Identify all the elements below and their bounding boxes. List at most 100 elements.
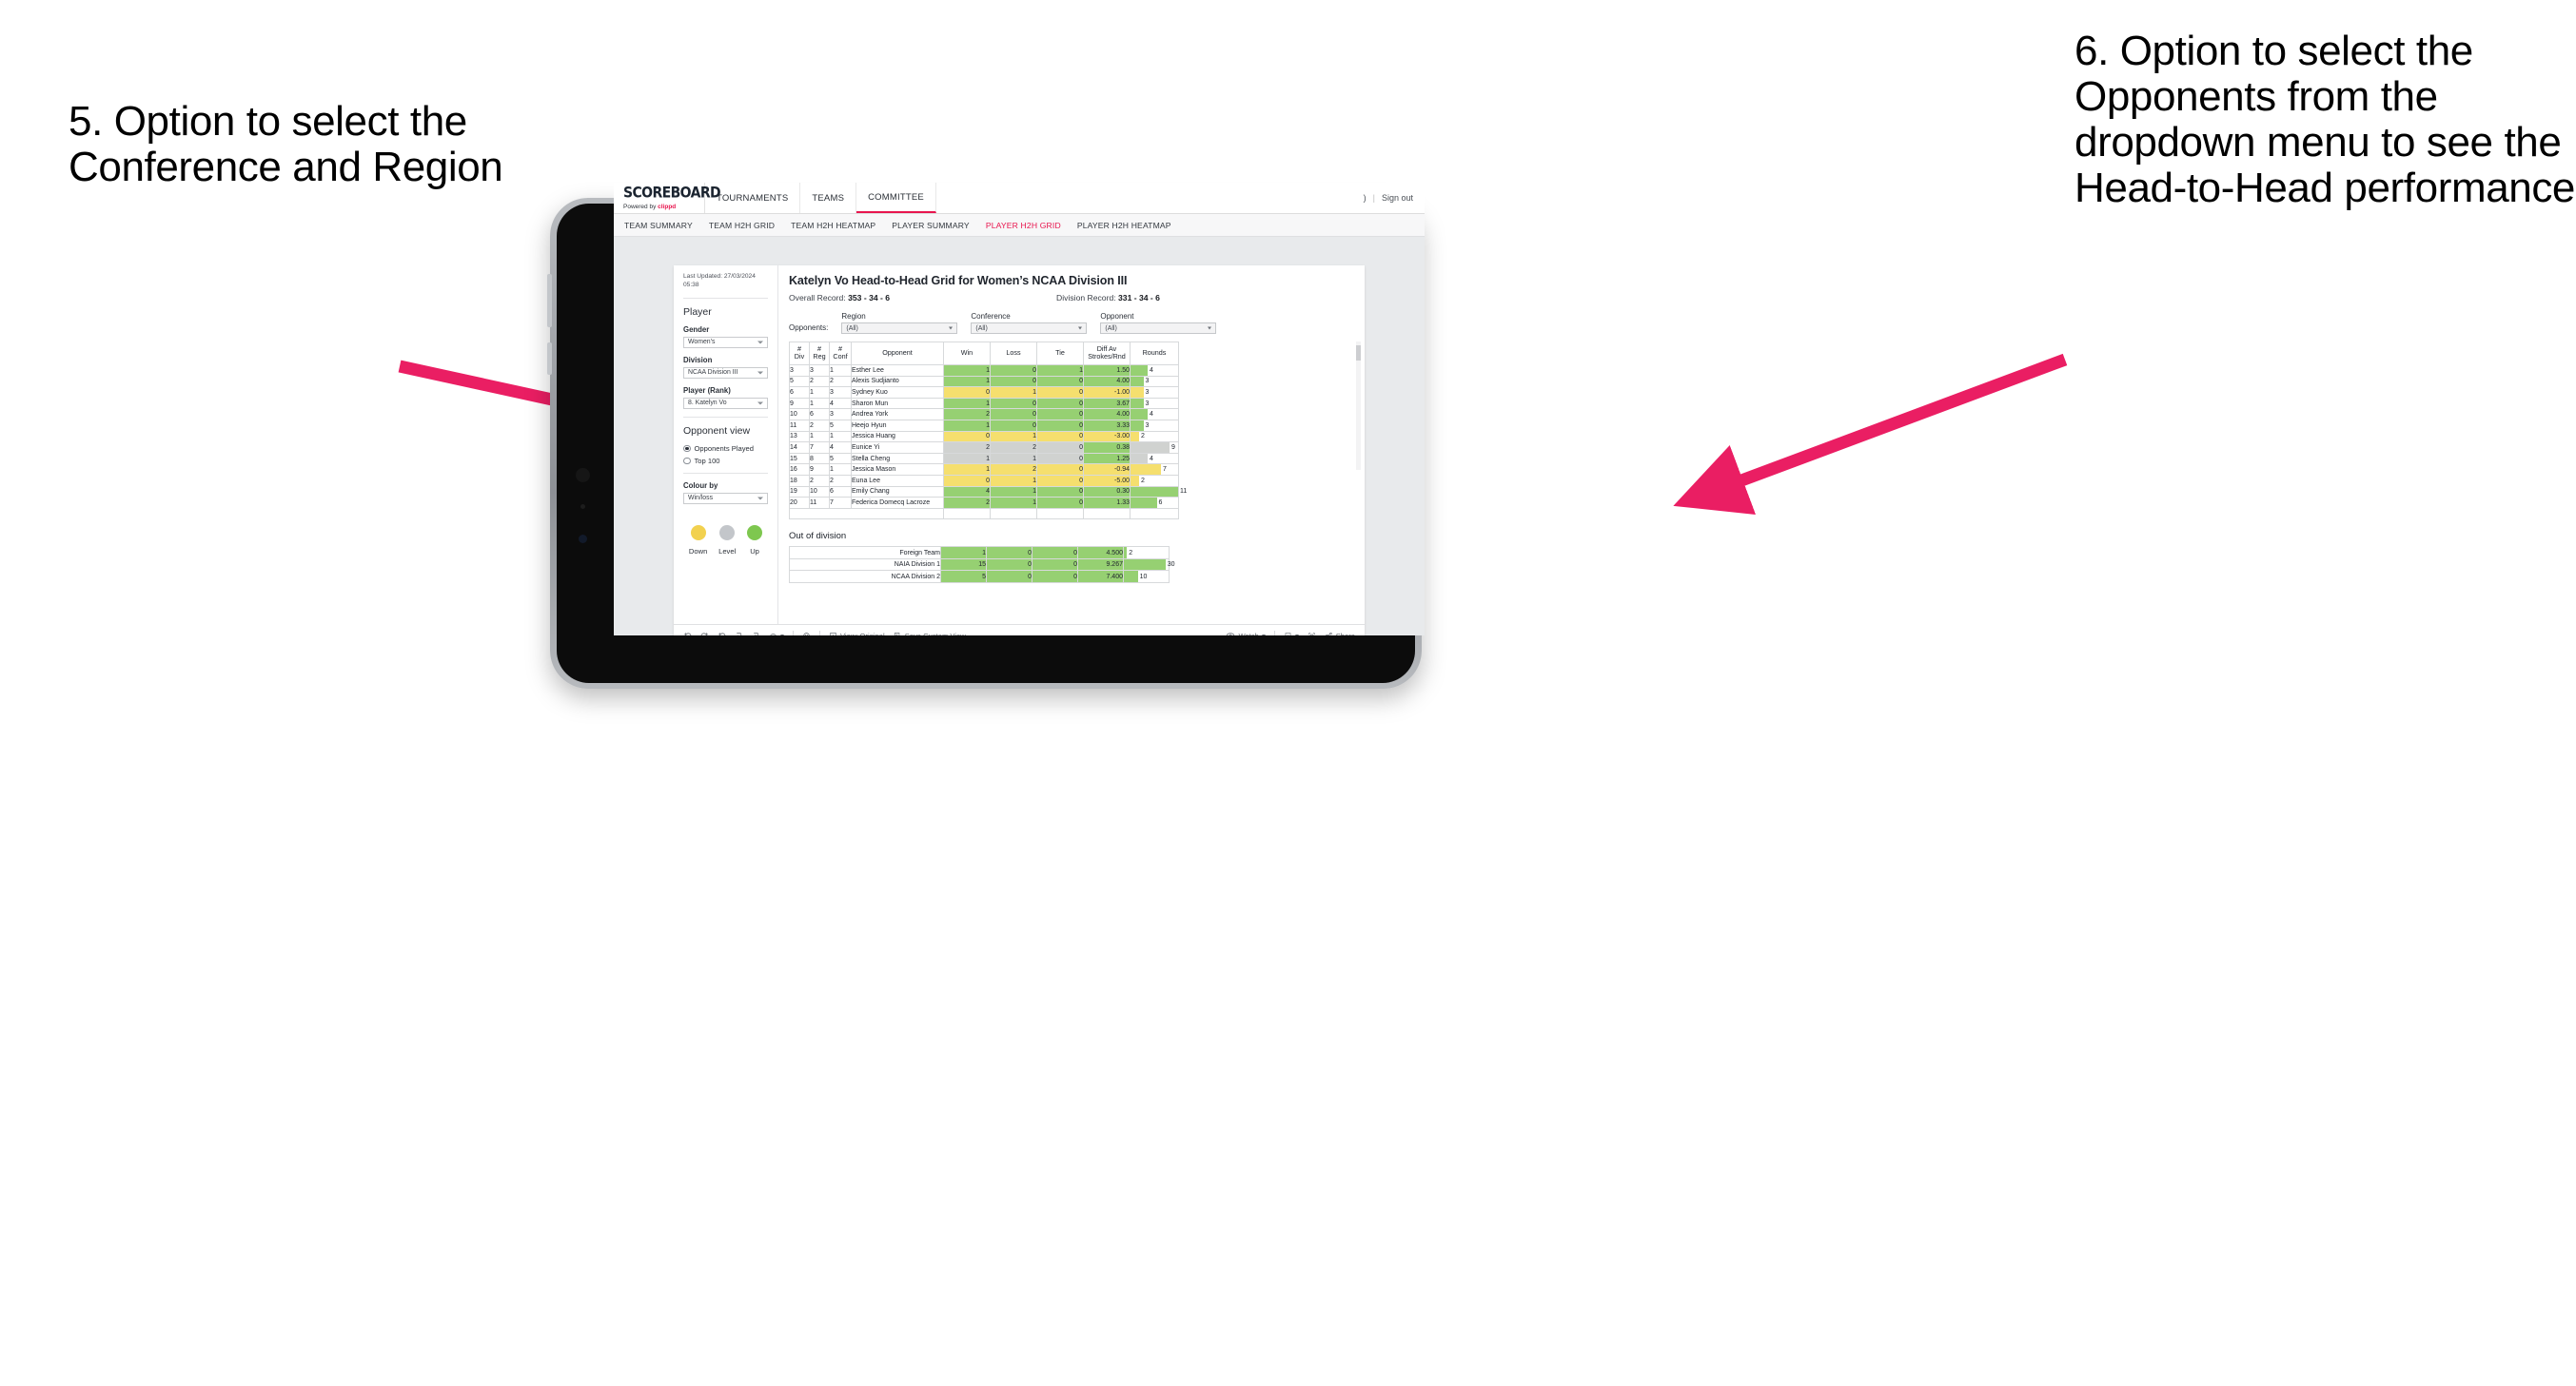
table-row[interactable]: 14 7 4 Eunice Yi 2 2 0 0.38 9: [789, 441, 1179, 454]
col-div[interactable]: # Div: [789, 342, 810, 365]
legend-item-level: Level: [718, 524, 736, 556]
col-conf[interactable]: # Conf: [829, 342, 852, 365]
division-record-value: 331 - 34 - 6: [1118, 293, 1160, 303]
subnav-item-team-h2h-grid[interactable]: TEAM H2H GRID: [709, 221, 775, 230]
opponent-select[interactable]: (All): [1100, 322, 1217, 334]
table-row[interactable]: 20 11 7 Federica Domecq Lacroze 2 1 0 1.33 6: [789, 497, 1179, 509]
subnav-item-team-h2h-heatmap[interactable]: TEAM H2H HEATMAP: [791, 221, 875, 230]
out-of-division-row[interactable]: NCAA Division 2 5 0 0 7.400 10: [789, 570, 1170, 584]
save-custom-view-button[interactable]: Save Custom View: [894, 631, 966, 636]
cell-opponent: Emily Chang: [851, 485, 944, 498]
table-row[interactable]: 19 10 6 Emily Chang 4 1 0 0.30 11: [789, 485, 1187, 498]
view-original-button[interactable]: View: Original: [829, 632, 885, 635]
table-row[interactable]: 13 1 1 Jessica Huang 0 1 0 -3.00 2: [789, 430, 1179, 443]
tablet-volume-button[interactable]: [547, 274, 552, 327]
fullscreen-button[interactable]: [1308, 632, 1316, 635]
blank-cell: [1083, 507, 1131, 520]
opponent-view-heading: Opponent view: [683, 424, 751, 437]
pause-icon[interactable]: [752, 632, 760, 635]
cell-div: 16: [789, 463, 810, 476]
conference-select[interactable]: (All): [971, 322, 1088, 334]
main-panel: Katelyn Vo Head-to-Head Grid for Women’s…: [778, 265, 1365, 624]
cell-div: 10: [789, 408, 810, 420]
cell-div: 13: [789, 430, 810, 443]
cell-win: 0: [943, 474, 991, 487]
records-row: Overall Record: 353 - 34 - 6 Division Re…: [789, 293, 1354, 303]
table-row[interactable]: 5 2 2 Alexis Sudjianto 1 0 0 4.00 3: [789, 375, 1179, 388]
overall-record: Overall Record: 353 - 34 - 6: [789, 293, 890, 303]
cell-opponent: Federica Domecq Lacroze: [851, 497, 944, 509]
table-row[interactable]: 10 6 3 Andrea York 2 0 0 4.00 4: [789, 408, 1179, 420]
tablet-device: SCOREBOARD Powered by clippd TOURNAMENTS…: [547, 183, 1425, 689]
player-rank-select[interactable]: 8. Katelyn Vo: [683, 397, 768, 409]
out-of-division-row[interactable]: Foreign Team 1 0 0 4.500 2: [789, 546, 1170, 559]
subnav-item-player-summary[interactable]: PLAYER SUMMARY: [892, 221, 970, 230]
table-row[interactable]: 15 8 5 Stella Cheng 1 1 0 1.25 4: [789, 452, 1179, 465]
division-select[interactable]: NCAA Division III: [683, 366, 768, 379]
cell-name: NCAA Division 2: [789, 570, 941, 584]
cell-loss: 0: [986, 570, 1032, 584]
col-win[interactable]: Win: [943, 342, 991, 365]
app-logo[interactable]: SCOREBOARD Powered by clippd: [614, 183, 721, 213]
app-screen: SCOREBOARD Powered by clippd TOURNAMENTS…: [614, 183, 1425, 635]
undo-icon[interactable]: [683, 632, 692, 635]
save-custom-view-label: Save Custom View: [904, 631, 966, 636]
cell-loss: 2: [990, 463, 1037, 476]
radio-opponents-played[interactable]: Opponents Played: [683, 444, 768, 453]
gender-select[interactable]: Women’s: [683, 336, 768, 348]
download-button[interactable]: [1284, 632, 1299, 635]
pause-auto-update-icon[interactable]: [802, 632, 811, 635]
refresh-icon[interactable]: [735, 632, 743, 635]
col-reg[interactable]: # Reg: [809, 342, 830, 365]
table-row[interactable]: 11 2 5 Heejo Hyun 1 0 0 3.33 3: [789, 419, 1179, 432]
colour-by-select[interactable]: Win/loss: [683, 492, 768, 504]
table-row[interactable]: 6 1 3 Sydney Kuo 0 1 0 -1.00 3: [789, 386, 1179, 399]
legend-label-up: Up: [750, 546, 759, 556]
cell-opponent: Alexis Sudjianto: [851, 375, 944, 388]
cell-diff: 4.500: [1077, 546, 1124, 559]
grid-scrollbar[interactable]: [1356, 342, 1361, 470]
conference-filter: Conference (All): [971, 312, 1088, 334]
col-rounds[interactable]: Rounds: [1130, 342, 1179, 365]
card-body: Last Updated: 27/03/2024 05:38 Player Ge…: [674, 265, 1365, 624]
col-diff[interactable]: Diff Av Strokes/Rnd: [1083, 342, 1131, 365]
subnav-item-player-h2h-grid[interactable]: PLAYER H2H GRID: [986, 221, 1061, 230]
col-tie[interactable]: Tie: [1036, 342, 1084, 365]
filter-sidebar: Last Updated: 27/03/2024 05:38 Player Ge…: [674, 265, 778, 624]
nav-item-committee[interactable]: COMMITTEE: [856, 183, 936, 213]
table-row[interactable]: 3 3 1 Esther Lee 1 0 1 1.50 4: [789, 363, 1179, 377]
sub-navigation-bar: TEAM SUMMARY TEAM H2H GRID TEAM H2H HEAT…: [614, 214, 1425, 237]
cell-tie: 0: [1036, 485, 1084, 498]
top-navigation-bar: SCOREBOARD Powered by clippd TOURNAMENTS…: [614, 183, 1425, 214]
divider-2: [683, 416, 768, 418]
cell-reg: 9: [809, 463, 830, 476]
cell-div: 15: [789, 452, 810, 465]
cell-win: 2: [943, 441, 991, 454]
col-loss[interactable]: Loss: [990, 342, 1037, 365]
table-row[interactable]: 18 2 2 Euna Lee 0 1 0 -5.00 2: [789, 474, 1179, 487]
table-row[interactable]: 16 9 1 Jessica Mason 1 2 0 -0.94 7: [789, 463, 1179, 476]
cell-tie: 0: [1036, 441, 1084, 454]
region-select[interactable]: (All): [841, 322, 958, 334]
subnav-item-team-summary[interactable]: TEAM SUMMARY: [624, 221, 693, 230]
table-row[interactable]: 9 1 4 Sharon Mun 1 0 0 3.67 3: [789, 397, 1179, 410]
watch-button[interactable]: Watch: [1226, 631, 1266, 635]
radio-top-100[interactable]: Top 100: [683, 457, 768, 465]
cell-reg: 2: [809, 474, 830, 487]
tablet-power-button[interactable]: [547, 342, 552, 375]
scrollbar-thumb[interactable]: [1356, 345, 1361, 361]
redo-icon[interactable]: [700, 632, 709, 635]
cell-div: 3: [789, 363, 810, 377]
cell-reg: 10: [809, 485, 830, 498]
shape-dropdown-icon[interactable]: [769, 632, 784, 635]
subnav-item-player-h2h-heatmap[interactable]: PLAYER H2H HEATMAP: [1077, 221, 1171, 230]
cell-diff: 0.38: [1083, 441, 1131, 454]
nav-item-teams[interactable]: TEAMS: [800, 183, 857, 213]
cell-conf: 5: [829, 419, 852, 432]
col-opponent[interactable]: Opponent: [851, 342, 944, 365]
revert-icon[interactable]: [718, 632, 726, 635]
out-of-division-row[interactable]: NAIA Division 1 15 0 0 9.267 30: [789, 557, 1175, 572]
share-button[interactable]: Share: [1325, 632, 1355, 635]
cell-rounds: 3: [1130, 375, 1179, 388]
sign-out-link[interactable]: Sign out: [1382, 193, 1413, 203]
